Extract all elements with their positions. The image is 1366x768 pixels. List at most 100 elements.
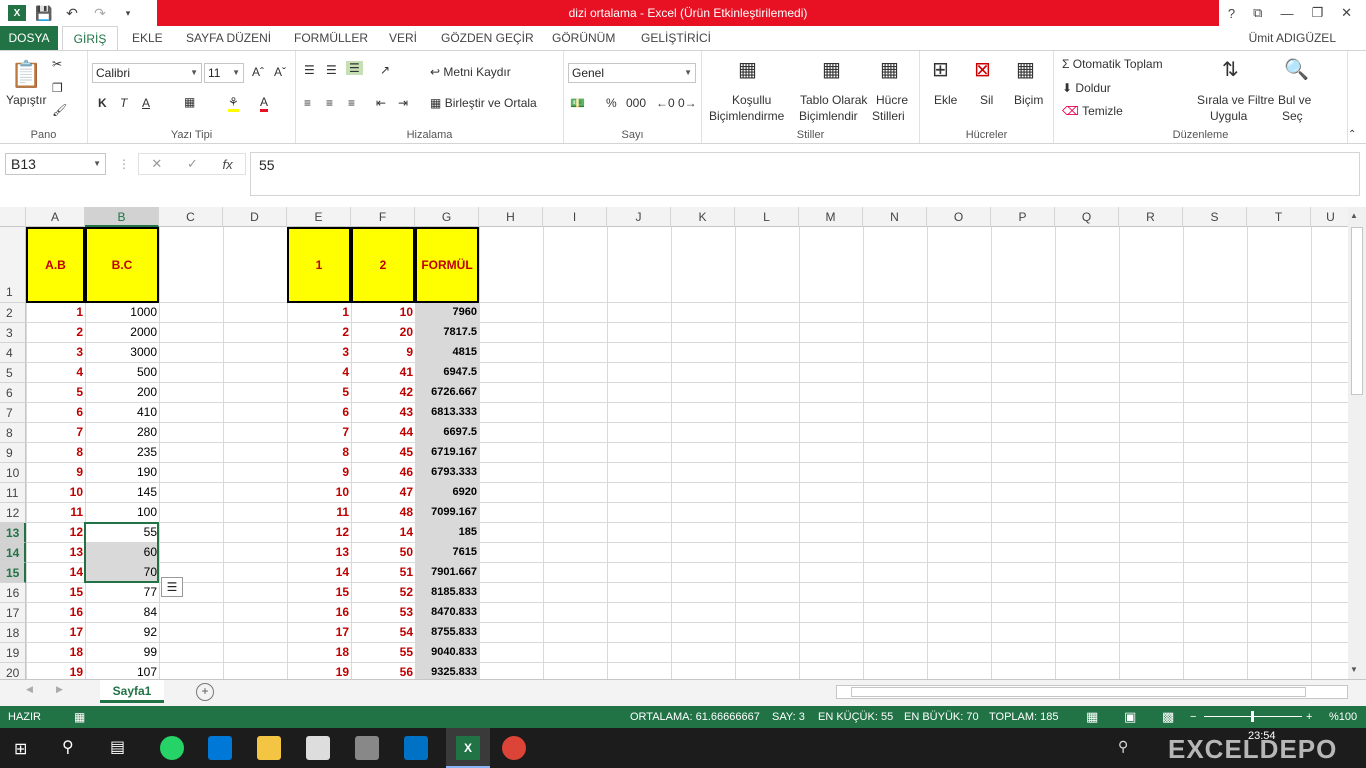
tab-review[interactable]: GÖZDEN GEÇİR [441,26,534,50]
page-layout-view-icon[interactable]: ▣ [1124,706,1136,728]
cell-styles-button[interactable]: Hücre [876,93,908,107]
tab-file[interactable]: DOSYA [0,26,58,50]
help-button[interactable]: ? [1228,6,1235,21]
format-painter-icon[interactable]: 🖌 [52,103,67,117]
italic-button[interactable]: T [120,96,127,110]
cell-b[interactable]: 100 [85,503,159,522]
customize-qat-icon[interactable]: ▾ [118,3,138,23]
cell-e[interactable]: 11 [287,503,351,522]
store-icon[interactable] [355,736,379,760]
cell-a[interactable]: 4 [26,363,85,382]
cell-b[interactable]: 3000 [85,343,159,362]
column-header-r[interactable]: R [1119,207,1183,227]
row-header[interactable]: 2 [0,303,26,323]
header-cell-e[interactable]: 1 [287,227,351,303]
column-header-e[interactable]: E [287,207,351,227]
cell-g[interactable]: 8755.833 [415,623,479,642]
font-name-select[interactable]: Calibri ▼ [92,63,202,83]
close-button[interactable]: ✕ [1341,5,1352,21]
conditional-format-button-2[interactable]: Biçimlendirme [709,109,784,123]
cell-b[interactable]: 1000 [85,303,159,322]
header-cell-g[interactable]: FORMÜL [415,227,479,303]
cell-a[interactable]: 18 [26,643,85,662]
name-box[interactable]: B13 ▼ [5,153,106,175]
paste-button[interactable]: Yapıştır [6,93,46,107]
task-view-icon[interactable]: ▤ [110,737,125,757]
align-right-icon[interactable]: ≡ [348,96,355,110]
cell-f[interactable]: 53 [351,603,415,622]
cell-f[interactable]: 54 [351,623,415,642]
row-header[interactable]: 8 [0,423,26,443]
cell-g[interactable]: 6793.333 [415,463,479,482]
ribbon-display-button[interactable]: ⧉ [1253,5,1262,21]
percent-button[interactable]: % [606,96,617,110]
select-all-corner[interactable] [0,207,26,227]
collapse-ribbon-icon[interactable]: ⌃ [1348,129,1356,140]
cell-styles-icon[interactable]: ▦ [880,57,899,82]
row-header[interactable]: 19 [0,643,26,663]
find-select-button[interactable]: Bul ve [1278,93,1311,107]
column-header-j[interactable]: J [607,207,671,227]
cell-f[interactable]: 48 [351,503,415,522]
font-color-button[interactable]: A [260,95,269,112]
align-top-icon[interactable]: ☰ [304,63,315,77]
delete-cells-button[interactable]: Sil [980,93,993,107]
align-left-icon[interactable]: ≡ [304,96,311,110]
cell-g[interactable]: 4815 [415,343,479,362]
cell-f[interactable]: 10 [351,303,415,322]
number-format-select[interactable]: Genel ▼ [568,63,696,83]
align-center-icon[interactable]: ≡ [326,96,333,110]
cell-e[interactable]: 15 [287,583,351,602]
sort-filter-icon[interactable]: ⇅ [1222,57,1239,82]
people-icon[interactable]: ⚲ [1118,738,1128,755]
row-header[interactable]: 13 [0,523,26,543]
cell-e[interactable]: 7 [287,423,351,442]
cell-a[interactable]: 3 [26,343,85,362]
cell-f[interactable]: 56 [351,663,415,679]
save-icon[interactable]: 💾 [34,3,54,23]
column-header-o[interactable]: O [927,207,991,227]
cell-g[interactable]: 7615 [415,543,479,562]
column-header-t[interactable]: T [1247,207,1311,227]
cell-a[interactable]: 16 [26,603,85,622]
whatsapp-icon[interactable] [160,736,184,760]
windows-start-icon[interactable]: ⊞ [14,739,27,759]
cell-e[interactable]: 18 [287,643,351,662]
align-bottom-icon[interactable]: ☰ [346,61,363,75]
cell-f[interactable]: 50 [351,543,415,562]
formula-input[interactable]: 55 [250,152,1360,196]
increase-decimal-icon[interactable]: ←0 [656,96,675,110]
cell-g[interactable]: 7817.5 [415,323,479,342]
cell-f[interactable]: 20 [351,323,415,342]
row-header[interactable]: 4 [0,343,26,363]
cell-f[interactable]: 41 [351,363,415,382]
row-header[interactable]: 7 [0,403,26,423]
cell-b[interactable]: 280 [85,423,159,442]
decrease-decimal-icon[interactable]: 0→ [678,96,697,110]
file-explorer-icon[interactable] [257,736,281,760]
search-icon[interactable]: ⚲ [62,737,74,757]
tab-page-layout[interactable]: SAYFA DÜZENİ [186,26,271,50]
undo-icon[interactable]: ↶ [62,3,82,23]
vertical-scroll-thumb[interactable] [1351,227,1363,395]
row-header[interactable]: 9 [0,443,26,463]
find-select-button-2[interactable]: Seç [1282,109,1303,123]
row-header[interactable]: 6 [0,383,26,403]
cell-g[interactable]: 6920 [415,483,479,502]
cell-b[interactable]: 84 [85,603,159,622]
header-cell-b[interactable]: B.C [85,227,159,303]
cell-a[interactable]: 11 [26,503,85,522]
excel-taskbar-button[interactable]: X [446,728,490,768]
column-header-p[interactable]: P [991,207,1055,227]
cell-g[interactable]: 6813.333 [415,403,479,422]
cell-f[interactable]: 43 [351,403,415,422]
cell-a[interactable]: 2 [26,323,85,342]
cell-e[interactable]: 13 [287,543,351,562]
page-break-view-icon[interactable]: ▩ [1162,706,1174,728]
cell-b[interactable]: 145 [85,483,159,502]
user-account[interactable]: Ümit ADIGÜZEL [1249,26,1336,50]
enter-icon[interactable]: ✓ [187,156,198,172]
fill-button[interactable]: ⬇ Doldur [1062,81,1111,95]
cell-g[interactable]: 9040.833 [415,643,479,662]
row-header[interactable]: 5 [0,363,26,383]
